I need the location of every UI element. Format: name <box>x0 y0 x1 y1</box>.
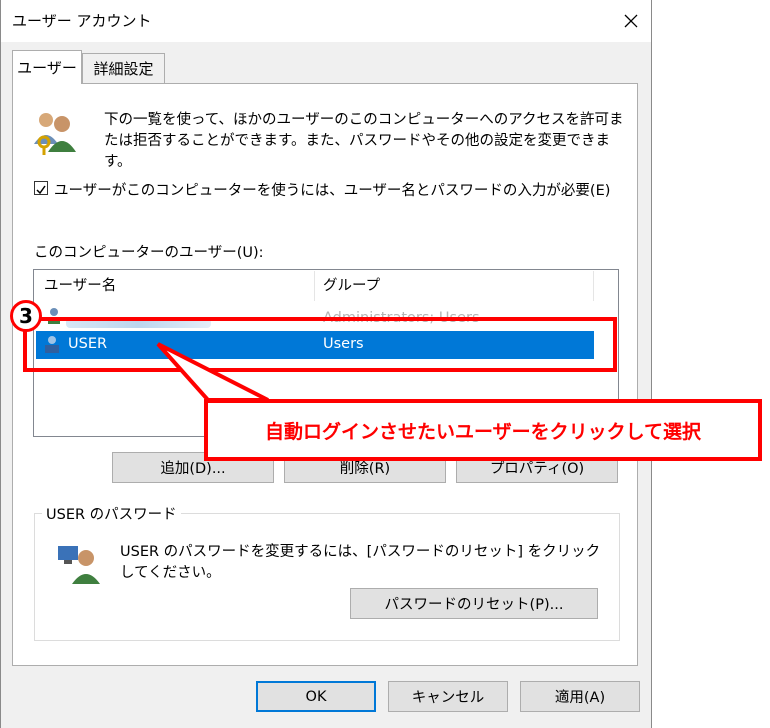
close-button[interactable] <box>616 6 646 36</box>
column-header-group[interactable]: グループ <box>323 274 380 295</box>
password-description: USER のパスワードを変更するには、[パスワードのリセット] をクリックしてく… <box>120 544 601 581</box>
description-text: 下の一覧を使って、ほかのユーザーのこのコンピューターへのアクセスを許可または拒否… <box>104 112 624 170</box>
ok-button[interactable]: OK <box>256 681 376 712</box>
window-title: ユーザー アカウント <box>12 12 152 30</box>
users-list-label: このコンピューターのユーザー(U): <box>34 245 264 261</box>
reset-password-button[interactable]: パスワードのリセット(P)... <box>350 588 598 619</box>
column-separator[interactable] <box>314 271 315 301</box>
highlight-box <box>23 317 617 372</box>
apply-button[interactable]: 適用(A) <box>520 681 640 712</box>
password-group-title: USER のパスワード <box>42 503 181 524</box>
column-separator[interactable] <box>593 271 594 301</box>
require-login-checkbox[interactable] <box>34 181 48 195</box>
column-header-username[interactable]: ユーザー名 <box>44 274 116 295</box>
close-icon <box>624 14 638 28</box>
tab-advanced[interactable]: 詳細設定 <box>82 53 165 83</box>
require-login-label[interactable]: ユーザーがこのコンピューターを使うには、ユーザー名とパスワードの入力が必要(E) <box>54 179 610 200</box>
check-icon <box>36 185 46 195</box>
cancel-button[interactable]: キャンセル <box>388 681 508 712</box>
user-password-icon <box>56 542 102 586</box>
callout-box: 自動ログインさせたいユーザーをクリックして選択 <box>204 399 762 461</box>
users-key-icon <box>30 108 80 156</box>
tab-users[interactable]: ユーザー <box>12 50 82 84</box>
step-number-badge: 3 <box>10 300 42 332</box>
